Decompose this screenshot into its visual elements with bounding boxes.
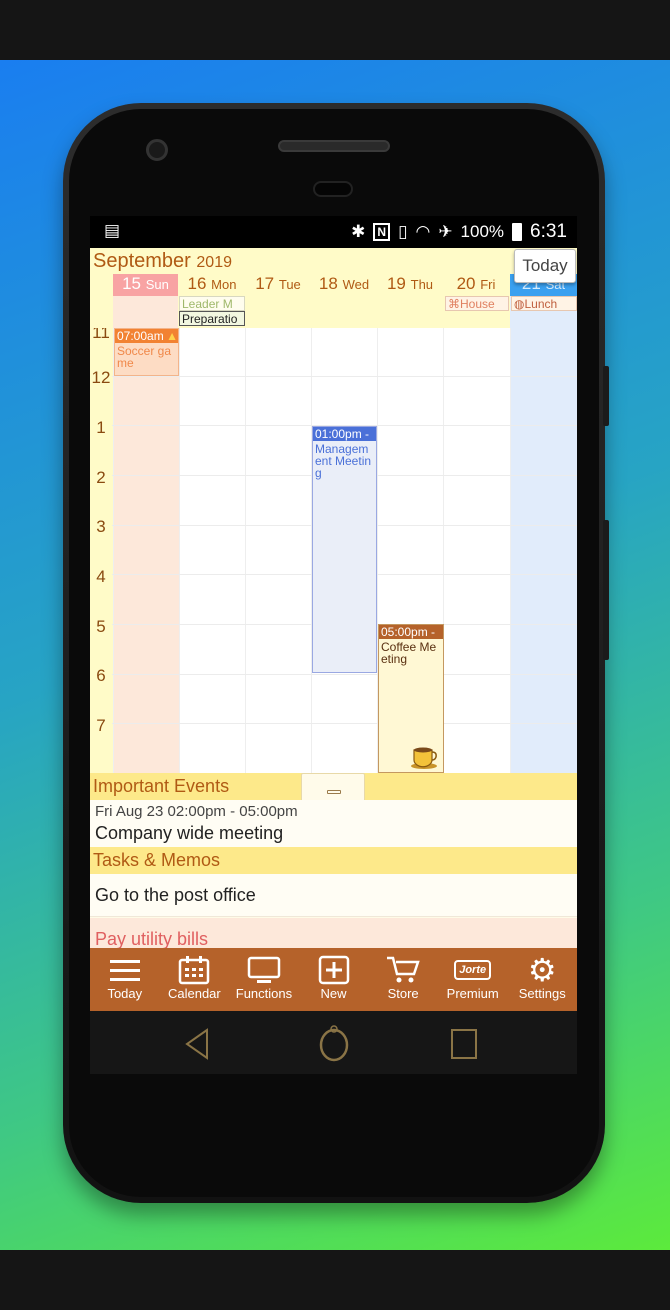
task-title: Pay utility bills [95, 929, 209, 949]
nav-store[interactable]: Store [368, 948, 438, 1011]
task-title: Go to the post office [95, 885, 256, 905]
cart-icon [368, 954, 438, 986]
nav-label: Today [107, 986, 143, 1001]
all-day-events: Leader M Preparatio ⌘House ◍Lunch [90, 296, 577, 328]
coffee-meeting-event[interactable]: 05:00pm - Coffee Me eting [378, 624, 444, 773]
recents-icon[interactable] [449, 1027, 479, 1066]
system-nav-bar [90, 1011, 577, 1074]
minus-icon [327, 790, 341, 794]
hour-line [112, 376, 577, 377]
jorte-logo-icon: Jorte [438, 954, 508, 986]
lunch-icon: ◍ [514, 297, 525, 311]
gear-icon: ⚙ [527, 952, 557, 988]
event-time: 05:00pm - [379, 625, 443, 639]
soccer-game-event[interactable]: 07:00am ▲ Soccer ga me [114, 328, 179, 376]
airplane-icon: ✈ [438, 222, 453, 241]
vibrate-icon: ▯ [398, 222, 408, 241]
monitor-icon [229, 954, 299, 986]
proximity-sensor [313, 181, 353, 197]
back-icon[interactable] [183, 1027, 213, 1066]
nav-label: Settings [518, 986, 566, 1001]
menu-icon [90, 954, 160, 986]
nav-label: Calendar [167, 986, 221, 1001]
add-icon [299, 954, 369, 986]
event-datetime: Fri Aug 23 02:00pm - 05:00pm [95, 803, 298, 820]
preparation-event[interactable]: Preparatio [179, 311, 245, 326]
nav-new[interactable]: New [299, 948, 369, 1011]
event-time: 07:00am [117, 329, 164, 343]
earpiece-speaker [278, 140, 390, 152]
hour-line [112, 723, 577, 724]
clock: 6:31 [530, 221, 567, 242]
col-mon[interactable] [179, 328, 245, 773]
event-title: Coffee Me eting [381, 640, 437, 666]
nav-calendar[interactable]: Calendar [160, 948, 230, 1011]
calendar-icon [160, 954, 230, 986]
nav-today[interactable]: Today [90, 948, 160, 1011]
hour-label: 3 [96, 517, 106, 536]
page-frame: ▤ ✱ N ▯ ◠ ✈ 100% 6:31 September 2019 15 … [0, 0, 670, 1310]
hour-label: 11 [92, 328, 110, 342]
battery-percent: 100% [460, 222, 505, 241]
important-event-item[interactable]: Fri Aug 23 02:00pm - 05:00pm Company wid… [90, 800, 577, 847]
event-title: Soccer ga me [117, 344, 172, 370]
lunch-event[interactable]: ◍Lunch [511, 296, 577, 311]
sun-allday-bg [113, 296, 178, 328]
hour-label: 7 [96, 716, 106, 735]
hour-label: 1 [96, 418, 106, 437]
day-header-mon[interactable]: 16 Mon [179, 274, 245, 296]
house-icon: ⌘ [448, 297, 460, 311]
nfc-icon: N [373, 223, 391, 241]
col-sat[interactable] [510, 328, 577, 773]
event-title: Managem ent Meetin g [315, 442, 372, 480]
hour-label: 4 [96, 567, 106, 586]
day-header-wed[interactable]: 18 Wed [311, 274, 377, 296]
col-tue[interactable] [245, 328, 311, 773]
status-bar: ▤ ✱ N ▯ ◠ ✈ 100% 6:31 [90, 216, 577, 248]
today-button[interactable]: Today [514, 249, 576, 283]
power-button [603, 366, 609, 426]
hour-label: 12 [91, 368, 111, 387]
app-screen: ▤ ✱ N ▯ ◠ ✈ 100% 6:31 September 2019 15 … [90, 216, 577, 1074]
management-meeting-event[interactable]: 01:00pm - Managem ent Meetin g [312, 426, 377, 673]
nav-label: Store [387, 986, 419, 1001]
day-header-tue[interactable]: 17 Tue [245, 274, 311, 296]
nav-label: New [320, 986, 347, 1001]
time-grid: 11 12 1 2 3 4 5 6 7 07:00am ▲ Soccer ga … [90, 328, 577, 773]
nav-label: Premium [446, 986, 499, 1001]
bottom-toolbar: Today Calendar Functions New Store Jorte… [90, 948, 577, 1011]
nav-label: Functions [235, 986, 293, 1001]
nav-functions[interactable]: Functions [229, 948, 299, 1011]
task-item[interactable]: Go to the post office [90, 874, 577, 917]
week-day-headers: 15 Sun 16 Mon 17 Tue 18 Wed 19 Thu 20 Fr… [90, 274, 577, 296]
alert-icon: ▲ [166, 329, 178, 343]
wifi-icon: ◠ [415, 222, 431, 241]
year-label: 2019 [196, 254, 232, 271]
home-icon[interactable] [317, 1025, 351, 1068]
volume-button [603, 520, 609, 660]
nav-premium[interactable]: Jorte Premium [438, 948, 508, 1011]
month-name: September [93, 250, 191, 272]
day-header-fri[interactable]: 20 Fri [443, 274, 509, 296]
day-header-thu[interactable]: 19 Thu [377, 274, 443, 296]
notification-icon: ▤ [104, 221, 121, 240]
hour-label: 6 [96, 666, 106, 685]
month-title[interactable]: September 2019 [93, 250, 232, 273]
event-title: Company wide meeting [95, 823, 284, 843]
bluetooth-icon: ✱ [351, 222, 366, 241]
hour-line [112, 674, 577, 675]
tasks-memos-header: Tasks & Memos [90, 847, 577, 874]
hour-label: 2 [96, 468, 106, 487]
front-camera [146, 139, 168, 161]
col-fri[interactable] [443, 328, 510, 773]
col-sun[interactable] [113, 328, 179, 773]
nav-settings[interactable]: ⚙ Settings [507, 948, 577, 1011]
event-time: 01:00pm - [313, 427, 376, 441]
hour-label: 5 [96, 617, 106, 636]
leader-event[interactable]: Leader M [179, 296, 245, 311]
house-event[interactable]: ⌘House [445, 296, 509, 311]
battery-icon [512, 223, 523, 241]
coffee-cup-icon [409, 742, 439, 770]
day-header-sun[interactable]: 15 Sun [113, 274, 178, 296]
